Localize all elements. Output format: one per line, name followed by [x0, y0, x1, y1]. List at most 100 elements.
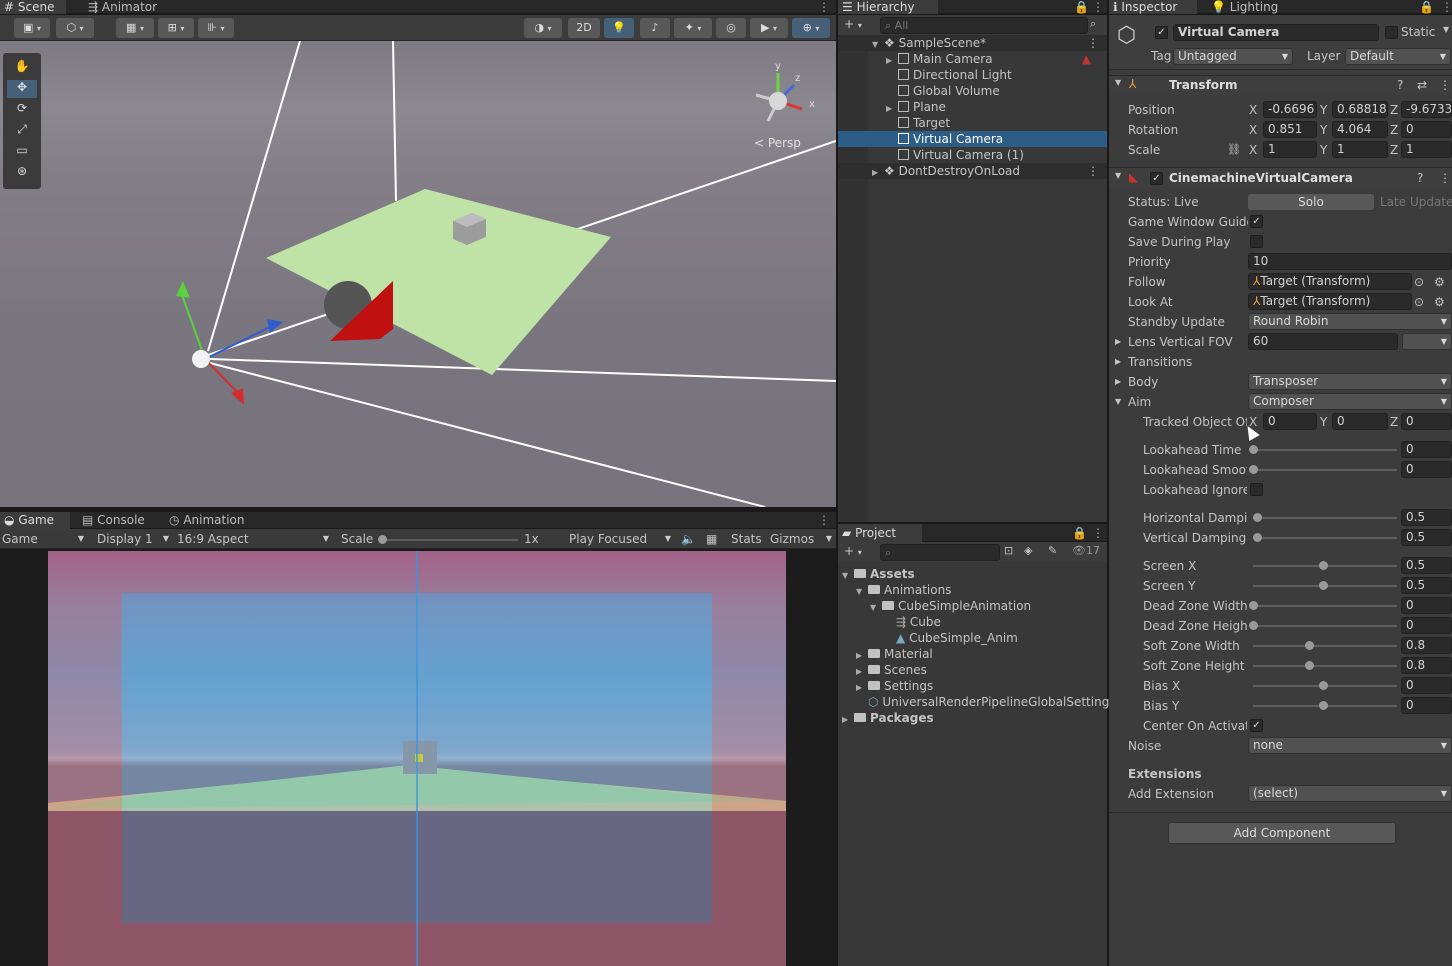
tab-animation[interactable]: ◷ Animation: [165, 512, 255, 529]
slider-value-field[interactable]: 0: [1401, 617, 1452, 634]
static-checkbox[interactable]: [1385, 26, 1398, 39]
project-folder-packages[interactable]: ▶ Packages: [838, 710, 1107, 726]
camera-settings-button[interactable]: ▶ ▾: [750, 18, 788, 38]
follow-field[interactable]: ⅄Target (Transform): [1248, 273, 1412, 290]
project-folder-material[interactable]: ▶ Material: [838, 646, 1107, 662]
tab-animator[interactable]: ⇶ Animator: [84, 0, 164, 14]
aim-foldout-icon[interactable]: ▼: [1115, 392, 1121, 412]
game-menu-icon[interactable]: ⋮: [818, 512, 830, 529]
project-folder-scenes[interactable]: ▶ Scenes: [838, 662, 1107, 678]
slider-thumb[interactable]: [1319, 681, 1328, 690]
hierarchy-item-global-volume[interactable]: Global Volume: [838, 83, 1107, 99]
tag-dropdown[interactable]: Untagged ▼: [1173, 48, 1293, 65]
active-checkbox[interactable]: ✓: [1155, 26, 1168, 39]
hierarchy-dontdestroy-row[interactable]: ▶ ❖ DontDestroyOnLoad ⋮: [838, 163, 1107, 179]
hidden-objects-icon[interactable]: ◎: [716, 18, 746, 38]
frame-debugger-icon[interactable]: ▦: [706, 531, 717, 547]
center-on-activate-checkbox[interactable]: ✓: [1250, 719, 1263, 732]
lighting-toggle-icon[interactable]: 💡: [604, 18, 634, 38]
tracked-offset-x-field[interactable]: 0: [1263, 413, 1317, 430]
slider-thumb[interactable]: [1319, 581, 1328, 590]
aspect-dropdown[interactable]: 16:9 Aspect ▼: [177, 531, 331, 547]
shading-button[interactable]: ⬡ ▾: [56, 18, 94, 38]
tab-scene[interactable]: # Scene: [0, 0, 66, 14]
project-asset-cube[interactable]: ⇶ Cube: [838, 614, 1107, 630]
slider-track[interactable]: [1253, 645, 1397, 647]
game-mode-dropdown[interactable]: Game ▼: [2, 531, 86, 547]
inspector-menu-icon[interactable]: ⋮: [1441, 0, 1452, 14]
hierarchy-item-directional-light[interactable]: Directional Light: [838, 67, 1107, 83]
slider-track[interactable]: [1253, 665, 1397, 667]
effects-button[interactable]: ✦ ▾: [674, 18, 712, 38]
project-asset-cubesimple-anim[interactable]: ▲ CubeSimple_Anim: [838, 630, 1107, 646]
constrain-scale-icon[interactable]: ⛓: [1227, 140, 1241, 160]
draw-mode-button[interactable]: ▣ ▾: [14, 18, 50, 38]
tab-lighting[interactable]: 💡 Lighting: [1207, 0, 1287, 14]
add-component-button[interactable]: Add Component: [1168, 822, 1396, 844]
tab-hierarchy[interactable]: ☰ Hierarchy: [838, 0, 938, 14]
rect-tool-icon[interactable]: ▭: [7, 143, 37, 161]
slider-value-field[interactable]: 0.5: [1401, 577, 1452, 594]
slider-thumb[interactable]: [1319, 561, 1328, 570]
project-search-input[interactable]: ⌕: [880, 544, 1000, 561]
layer-dropdown[interactable]: Default ▼: [1345, 48, 1451, 65]
scale-x-field[interactable]: 1: [1263, 141, 1317, 158]
slider-thumb[interactable]: [1319, 701, 1328, 710]
scene-viewport[interactable]: ✋ ✥ ⟳ ⤢ ▭ ⊛ y z x < Persp: [0, 41, 836, 507]
project-folder-cubesimpleanimation[interactable]: ▼ CubeSimpleAnimation: [838, 598, 1107, 614]
hierarchy-item-virtual-camera[interactable]: Virtual Camera: [838, 131, 1107, 147]
rotation-z-field[interactable]: 0: [1401, 121, 1452, 138]
hierarchy-item-plane[interactable]: ▶ Plane: [838, 99, 1107, 115]
grid-button[interactable]: ▦ ▾: [116, 18, 154, 38]
rotate-tool-icon[interactable]: ⟳: [7, 101, 37, 119]
mute-audio-icon[interactable]: 🔈: [681, 531, 696, 547]
tab-console[interactable]: ▤ Console: [78, 512, 158, 529]
scale-z-field[interactable]: 1: [1401, 141, 1452, 158]
hierarchy-scene-row[interactable]: ▼ ❖ SampleScene* ⋮: [838, 35, 1107, 51]
slider-track[interactable]: [1253, 605, 1397, 607]
slider-track[interactable]: [1253, 469, 1397, 471]
game-view[interactable]: [48, 551, 786, 966]
slider-value-field[interactable]: 0.8: [1401, 637, 1452, 654]
hand-tool-icon[interactable]: ✋: [7, 59, 37, 77]
hierarchy-lock-icon[interactable]: 🔒: [1074, 0, 1089, 14]
orientation-gizmo[interactable]: y z x: [748, 61, 818, 135]
follow-settings-icon[interactable]: ⚙: [1434, 272, 1445, 292]
slider-value-field[interactable]: 0: [1401, 461, 1452, 478]
project-menu-icon[interactable]: ⋮: [1092, 524, 1104, 542]
stats-button[interactable]: Stats: [731, 531, 762, 547]
object-picker-icon[interactable]: ⊙: [1414, 292, 1424, 312]
position-z-field[interactable]: -9.6733: [1401, 101, 1452, 118]
scale-slider[interactable]: [380, 539, 518, 541]
transitions-row[interactable]: ▶ Transitions: [1109, 352, 1452, 372]
scale-tool-icon[interactable]: ⤢: [7, 122, 37, 140]
hierarchy-item-virtual-camera-1[interactable]: Virtual Camera (1): [838, 147, 1107, 163]
slider-thumb[interactable]: [1253, 533, 1262, 542]
solo-button[interactable]: Solo: [1248, 194, 1374, 210]
hierarchy-item-main-camera[interactable]: ▶ Main Camera ▲: [838, 51, 1107, 67]
rotation-x-field[interactable]: 0.851: [1263, 121, 1317, 138]
static-dropdown-arrow[interactable]: ▼: [1443, 25, 1449, 34]
lens-fov-row[interactable]: ▶ Lens Vertical FOV 60 ▼: [1109, 332, 1452, 352]
hierarchy-add-button[interactable]: + ▾: [844, 17, 862, 31]
hierarchy-search-options-icon[interactable]: ⌕: [1090, 17, 1096, 31]
slider-value-field[interactable]: 0.5: [1401, 557, 1452, 574]
game-window-guides-checkbox[interactable]: ✓: [1250, 215, 1263, 228]
search-by-label-icon[interactable]: ◈: [1024, 544, 1032, 557]
gameobject-large-icon[interactable]: ⬡: [1117, 23, 1136, 48]
project-lock-icon[interactable]: 🔒: [1072, 524, 1087, 542]
cinemachine-enabled-checkbox[interactable]: ✓: [1150, 172, 1163, 185]
increment-snap-button[interactable]: ⊪ ▾: [198, 18, 234, 38]
snap-button[interactable]: ⊞ ▾: [158, 18, 194, 38]
tracked-offset-y-field[interactable]: 0: [1332, 413, 1388, 430]
search-by-type-icon[interactable]: ⊡: [1004, 544, 1013, 557]
lookahead-ignore-checkbox[interactable]: [1250, 483, 1263, 496]
scale-slider-thumb[interactable]: [378, 535, 387, 544]
slider-value-field[interactable]: 0: [1401, 697, 1452, 714]
slider-value-field[interactable]: 0.5: [1401, 509, 1452, 526]
tab-game[interactable]: ◒ Game: [0, 512, 70, 529]
component-menu-icon[interactable]: ⋮: [1439, 171, 1451, 185]
transform-header[interactable]: ▼ ⅄ Transform ? ⇄ ⋮: [1109, 75, 1452, 95]
aim-dropdown[interactable]: Composer ▼: [1248, 393, 1452, 410]
slider-value-field[interactable]: 0.8: [1401, 657, 1452, 674]
